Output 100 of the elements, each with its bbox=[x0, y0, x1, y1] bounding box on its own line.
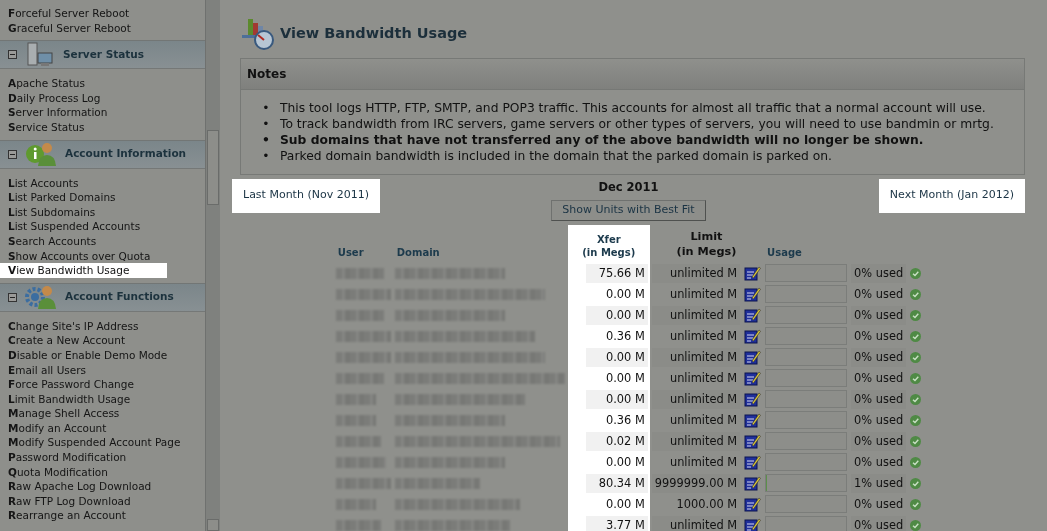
collapse-icon[interactable] bbox=[8, 292, 17, 302]
note-text: This tool logs HTTP, FTP, SMTP, and POP3 traffic. This accounts for almost all traffic that a normal account will use. bbox=[280, 100, 986, 116]
redacted-text bbox=[335, 393, 376, 405]
table-cell: unlimited M bbox=[651, 431, 741, 451]
table-cell: 75.66 M bbox=[585, 263, 648, 283]
sidebar-link[interactable]: Server Information bbox=[0, 105, 112, 120]
section-title: Account Information bbox=[65, 146, 187, 162]
column-sort-link[interactable]: User bbox=[333, 224, 393, 263]
edit-icon[interactable] bbox=[744, 496, 762, 513]
user-info-icon bbox=[25, 140, 57, 169]
redacted-text bbox=[335, 456, 386, 468]
table-cell: 0% used bbox=[851, 515, 907, 531]
sidebar-link[interactable]: Manage Shell Access bbox=[0, 406, 124, 421]
edit-icon[interactable] bbox=[744, 454, 762, 471]
sidebar-link[interactable]: Apache Status bbox=[0, 76, 89, 91]
check-icon bbox=[910, 414, 922, 426]
table-cell: 0.02 M bbox=[585, 431, 648, 451]
table-cell-text: 0% used bbox=[853, 453, 905, 471]
check-icon bbox=[910, 456, 922, 468]
redacted-text bbox=[335, 498, 376, 510]
sidebar-link[interactable]: Change Site's IP Address bbox=[0, 318, 143, 334]
sidebar-link[interactable]: Graceful Server Reboot bbox=[0, 20, 135, 36]
collapse-icon[interactable] bbox=[8, 50, 17, 60]
check-icon bbox=[910, 267, 922, 279]
redacted-text bbox=[335, 330, 391, 342]
sidebar-link[interactable]: Password Modification bbox=[0, 450, 131, 465]
check-icon bbox=[910, 519, 922, 531]
edit-icon[interactable] bbox=[744, 286, 762, 303]
edit-icon[interactable] bbox=[744, 412, 762, 429]
bullet: • bbox=[261, 100, 271, 116]
redacted-text bbox=[335, 435, 381, 447]
table-cell: unlimited M bbox=[651, 263, 741, 283]
note-text: To track bandwidth from IRC servers, game servers or other types of servers, you will need to use bandmin or mrtg. bbox=[280, 116, 994, 132]
redacted-text bbox=[335, 309, 384, 321]
table-cell: unlimited M bbox=[651, 305, 741, 325]
table-cell: 0% used bbox=[851, 431, 907, 451]
sidebar-link[interactable]: Quota Modification bbox=[0, 464, 112, 480]
sidebar-link[interactable]: Service Status bbox=[0, 119, 89, 135]
sidebar-link[interactable]: Search Accounts bbox=[0, 233, 101, 249]
sidebar-link[interactable]: List Accounts bbox=[0, 175, 83, 191]
previous-month-link[interactable]: Last Month (Nov 2011) bbox=[232, 178, 380, 214]
sidebar-link[interactable]: Daily Process Log bbox=[0, 90, 105, 106]
sidebar-link[interactable]: List Parked Domains bbox=[0, 190, 120, 205]
sidebar-link[interactable]: Disable or Enable Demo Mode bbox=[0, 347, 172, 363]
section-title: Account Functions bbox=[65, 289, 174, 305]
sidebar-link[interactable]: Show Accounts over Quota bbox=[0, 248, 155, 264]
sidebar-link[interactable]: Force Password Change bbox=[0, 377, 138, 392]
sidebar-link[interactable]: Limit Bandwidth Usage bbox=[0, 391, 135, 407]
sidebar-link[interactable]: Rearrange an Account bbox=[0, 508, 130, 524]
table-cell: 3.77 M bbox=[585, 515, 648, 531]
sidebar-link[interactable]: Forceful Server Reboot bbox=[0, 6, 134, 21]
check-icon bbox=[910, 288, 922, 300]
table-cell-text: 0% used bbox=[853, 327, 905, 345]
next-month-link[interactable]: Next Month (Jan 2012) bbox=[878, 178, 1025, 214]
edit-icon[interactable] bbox=[744, 328, 762, 345]
table-cell-text: unlimited M bbox=[668, 369, 739, 387]
edit-icon[interactable] bbox=[744, 265, 762, 282]
edit-icon[interactable] bbox=[744, 391, 762, 408]
table-cell-text: unlimited M bbox=[668, 327, 739, 345]
user-gear-icon bbox=[25, 283, 57, 312]
sidebar-link[interactable]: Raw FTP Log Download bbox=[0, 493, 135, 509]
sidebar-link[interactable]: Modify an Account bbox=[0, 420, 111, 436]
sidebar-link[interactable]: View Bandwidth Usage bbox=[0, 263, 167, 278]
table-cell: 0% used bbox=[851, 389, 907, 409]
bullet: • bbox=[261, 132, 271, 148]
check-icon bbox=[910, 309, 922, 321]
redacted-text bbox=[335, 267, 384, 279]
table-cell: unlimited M bbox=[651, 515, 741, 531]
table-cell: 0.00 M bbox=[585, 389, 648, 409]
edit-icon[interactable] bbox=[744, 433, 762, 450]
table-cell: 80.34 M bbox=[585, 473, 648, 493]
edit-icon[interactable] bbox=[744, 370, 762, 387]
edit-icon[interactable] bbox=[744, 475, 762, 492]
edit-icon[interactable] bbox=[744, 517, 762, 531]
collapse-icon[interactable] bbox=[8, 149, 17, 159]
sidebar-link[interactable]: Email all Users bbox=[0, 362, 91, 378]
sidebar-link[interactable]: Raw Apache Log Download bbox=[0, 479, 156, 494]
units-button[interactable]: Show Units with Best Fit bbox=[551, 200, 706, 221]
redacted-text bbox=[335, 288, 391, 300]
bandwidth-gauge-icon bbox=[240, 18, 276, 50]
redacted-text bbox=[335, 372, 384, 384]
table-cell: unlimited M bbox=[651, 389, 741, 409]
column-sort-link[interactable]: Domain bbox=[392, 224, 568, 263]
sidebar-link[interactable]: List Subdomains bbox=[0, 204, 100, 220]
table-cell: 0.00 M bbox=[585, 347, 648, 367]
column-sort-link[interactable]: Xfer (in Megs) bbox=[567, 224, 650, 263]
redacted-text bbox=[335, 477, 391, 489]
scrollbar[interactable] bbox=[205, 0, 220, 531]
edit-icon[interactable] bbox=[744, 349, 762, 366]
sidebar-link[interactable]: Modify Suspended Account Page bbox=[0, 435, 185, 451]
table-cell-text: unlimited M bbox=[668, 285, 739, 303]
redacted-text bbox=[335, 351, 391, 363]
column-sort-link[interactable]: Usage bbox=[763, 224, 924, 263]
sidebar-link[interactable]: List Suspended Accounts bbox=[0, 219, 145, 234]
table-cell-text: 0% used bbox=[853, 495, 905, 513]
edit-icon[interactable] bbox=[744, 307, 762, 324]
table-cell-text: unlimited M bbox=[668, 411, 739, 429]
check-icon bbox=[910, 351, 922, 363]
table-cell-text: 1000.00 M bbox=[675, 495, 739, 513]
sidebar-link[interactable]: Create a New Account bbox=[0, 333, 130, 348]
